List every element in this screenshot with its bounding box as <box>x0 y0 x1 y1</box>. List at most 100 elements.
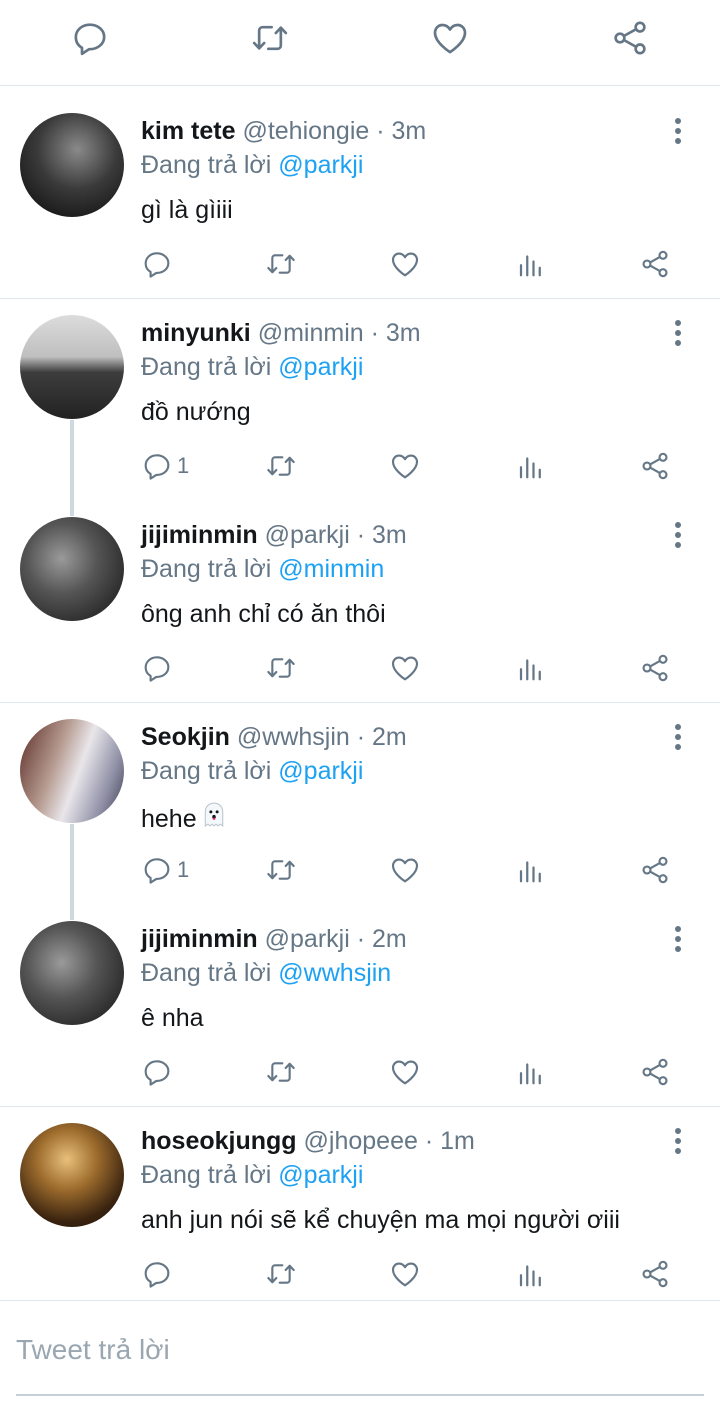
share-button[interactable] <box>639 1258 671 1292</box>
tweet-header: jijiminmin @parkji · 2m <box>141 923 407 955</box>
avatar[interactable] <box>20 1123 124 1227</box>
like-button[interactable] <box>389 450 421 484</box>
retweet-button[interactable] <box>264 854 298 888</box>
reply-count: 1 <box>177 453 190 478</box>
reply-button[interactable]: 1 <box>141 854 189 888</box>
like-button[interactable] <box>389 1056 421 1090</box>
share-button[interactable] <box>639 1056 671 1090</box>
tweet-text-content: hehe <box>141 805 197 833</box>
author-name[interactable]: Seokjin <box>141 723 230 751</box>
top-action-bar <box>0 0 720 86</box>
reply-mention[interactable]: @parkji <box>278 353 363 381</box>
reply-icon[interactable] <box>70 18 110 58</box>
author-name[interactable]: jijiminmin <box>141 521 258 549</box>
retweet-icon[interactable] <box>250 18 290 58</box>
analytics-button[interactable] <box>516 1258 546 1292</box>
like-icon[interactable] <box>430 18 470 58</box>
tweet-time: · 3m <box>370 319 421 347</box>
avatar[interactable] <box>20 517 124 621</box>
share-icon[interactable] <box>610 18 650 58</box>
reply-button[interactable]: 1 <box>141 450 189 484</box>
analytics-button[interactable] <box>516 652 546 686</box>
like-button[interactable] <box>389 1258 421 1292</box>
author-handle: @wwhsjin <box>236 723 350 751</box>
reply-mention[interactable]: @parkji <box>278 1161 363 1189</box>
author-name[interactable]: jijiminmin <box>141 925 258 953</box>
reply-count: 1 <box>177 857 190 882</box>
analytics-button[interactable] <box>516 854 546 888</box>
share-button[interactable] <box>639 248 671 282</box>
reply-context: Đang trả lời @parkji <box>141 755 363 787</box>
reply-label: Đang trả lời <box>141 959 272 987</box>
reply-button[interactable] <box>141 1258 173 1292</box>
tweet-item[interactable]: kim tete @tehiongie · 3m Đang trả lời @p… <box>0 96 720 298</box>
author-handle: @parkji <box>264 925 350 953</box>
retweet-button[interactable] <box>264 248 298 282</box>
tweet-item[interactable]: jijiminmin @parkji · 3m Đang trả lời @mi… <box>0 500 720 702</box>
tweet-item[interactable]: minyunki @minmin · 3m Đang trả lời @park… <box>0 298 720 500</box>
reply-mention[interactable]: @parkji <box>278 151 363 179</box>
tweet-item[interactable]: jijiminmin @parkji · 2m Đang trả lời @ww… <box>0 904 720 1106</box>
analytics-button[interactable] <box>516 450 546 484</box>
author-handle: @jhopeee <box>303 1127 418 1155</box>
author-name[interactable]: kim tete <box>141 117 235 145</box>
more-options-icon[interactable] <box>666 722 690 752</box>
avatar[interactable] <box>20 315 124 419</box>
tweet-item[interactable]: hoseokjungg @jhopeee · 1m Đang trả lời @… <box>0 1106 720 1300</box>
retweet-button[interactable] <box>264 450 298 484</box>
analytics-button[interactable] <box>516 1056 546 1090</box>
reply-context: Đang trả lời @minmin <box>141 553 384 585</box>
more-options-icon[interactable] <box>666 924 690 954</box>
reply-context: Đang trả lời @parkji <box>141 149 363 181</box>
like-button[interactable] <box>389 854 421 888</box>
tweet-time: · 2m <box>356 925 407 953</box>
analytics-button[interactable] <box>516 248 546 282</box>
reply-button[interactable] <box>141 248 173 282</box>
reply-context: Đang trả lời @parkji <box>141 1159 363 1191</box>
reply-context: Đang trả lời @wwhsjin <box>141 957 391 989</box>
tweet-time: · 3m <box>356 521 407 549</box>
tweet-header: kim tete @tehiongie · 3m <box>141 115 426 147</box>
author-name[interactable]: minyunki <box>141 319 251 347</box>
avatar[interactable] <box>20 719 124 823</box>
retweet-button[interactable] <box>264 1258 298 1292</box>
share-button[interactable] <box>639 652 671 686</box>
more-options-icon[interactable] <box>666 1126 690 1156</box>
more-options-icon[interactable] <box>666 116 690 146</box>
more-options-icon[interactable] <box>666 318 690 348</box>
more-options-icon[interactable] <box>666 520 690 550</box>
tweet-header: minyunki @minmin · 3m <box>141 317 421 349</box>
avatar[interactable] <box>20 921 124 1025</box>
tweet-text: hehe <box>141 800 229 835</box>
share-button[interactable] <box>639 450 671 484</box>
tweet-time: · 3m <box>376 117 427 145</box>
author-name[interactable]: hoseokjungg <box>141 1127 297 1155</box>
reply-mention[interactable]: @wwhsjin <box>278 959 391 987</box>
retweet-button[interactable] <box>264 652 298 686</box>
tweet-header: Seokjin @wwhsjin · 2m <box>141 721 407 753</box>
like-button[interactable] <box>389 248 421 282</box>
tweet-text: anh jun nói sẽ kể chuyện ma mọi người ơi… <box>141 1206 620 1234</box>
tweet-item[interactable]: Seokjin @wwhsjin · 2m Đang trả lời @park… <box>0 702 720 904</box>
reply-label: Đang trả lời <box>141 757 272 785</box>
reply-mention[interactable]: @parkji <box>278 757 363 785</box>
reply-button[interactable] <box>141 1056 173 1090</box>
avatar[interactable] <box>20 113 124 217</box>
ghost-emoji-icon <box>199 800 229 830</box>
author-handle: @tehiongie <box>242 117 370 145</box>
divider <box>0 1300 720 1301</box>
tweet-text: ông anh chỉ có ăn thôi <box>141 600 386 628</box>
tweet-text: gì là gìiii <box>141 196 233 224</box>
share-button[interactable] <box>639 854 671 888</box>
reply-compose-area <box>16 1330 704 1396</box>
reply-mention[interactable]: @minmin <box>278 555 384 583</box>
tweet-time: · 1m <box>424 1127 475 1155</box>
reply-input[interactable] <box>16 1334 704 1366</box>
tweet-text: đồ nướng <box>141 398 251 426</box>
tweet-time: · 2m <box>356 723 407 751</box>
reply-context: Đang trả lời @parkji <box>141 351 363 383</box>
tweet-header: jijiminmin @parkji · 3m <box>141 519 407 551</box>
like-button[interactable] <box>389 652 421 686</box>
reply-button[interactable] <box>141 652 173 686</box>
retweet-button[interactable] <box>264 1056 298 1090</box>
